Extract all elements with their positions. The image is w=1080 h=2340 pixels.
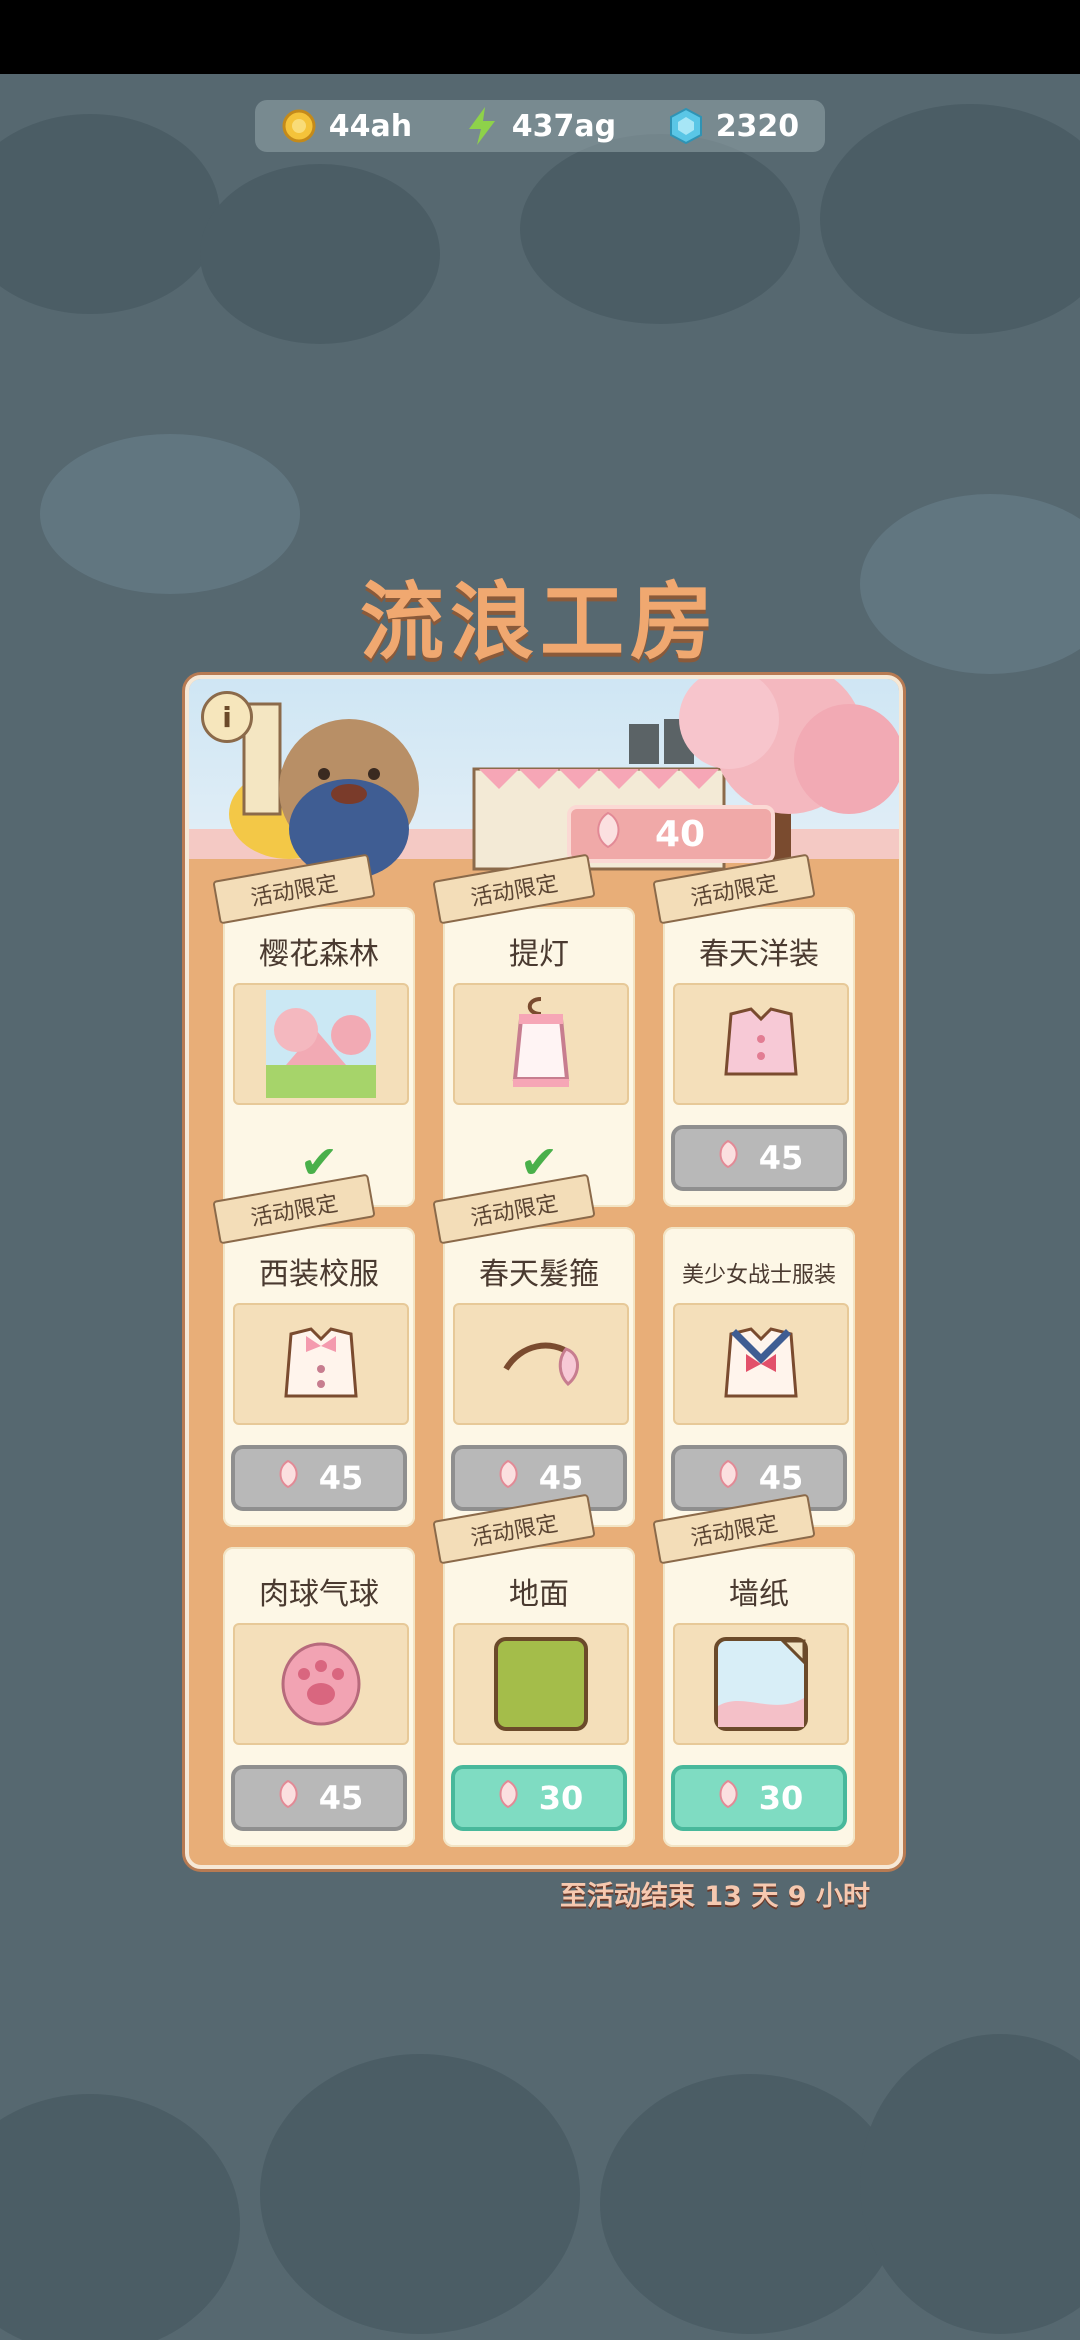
petal-icon [591,811,625,858]
buy-button[interactable]: 30 [671,1765,847,1831]
buy-button[interactable]: 45 [231,1445,407,1511]
item-card-sailor-outfit[interactable]: 美少女战士服装 45 [663,1227,855,1527]
price-value: 45 [758,1139,804,1177]
floor-icon [453,1623,629,1745]
petal-icon [715,1139,741,1177]
info-button[interactable]: i [201,691,253,743]
petal-icon [275,1779,301,1817]
sakura-forest-icon [233,983,409,1105]
energy-counter: 437ag [464,107,617,145]
gem-counter: 2320 [668,108,800,144]
item-card-sakura-forest[interactable]: 活动限定 樱花森林 ✔ [212,853,415,1207]
resource-bar: 44ah 437ag 2320 [255,100,825,152]
status-bar [0,0,1080,74]
lantern-icon [453,983,629,1105]
item-name: 西装校服 [259,1257,379,1292]
petal-count-value: 40 [655,813,706,855]
petal-counter: 40 [567,805,775,863]
item-card-paw-balloon[interactable]: 肉球气球 45 [223,1547,415,1847]
item-name: 樱花森林 [259,937,379,972]
price-value: 30 [538,1779,584,1817]
coin-counter: 44ah [281,108,412,144]
item-name: 春天洋装 [699,937,819,972]
coin-icon [281,108,317,144]
gem-value: 2320 [715,108,800,144]
paw-balloon-icon [233,1623,409,1745]
buy-button[interactable]: 30 [451,1765,627,1831]
item-name: 墙纸 [729,1577,789,1612]
headband-icon [453,1303,629,1425]
item-name: 地面 [509,1577,569,1612]
item-card-floor[interactable]: 活动限定 地面 30 [432,1493,635,1847]
petal-icon [275,1459,301,1497]
petal-icon [495,1459,521,1497]
shop-title: 流浪工房 [359,573,720,671]
event-countdown: 至活动结束 13 天 9 小时 [560,1881,870,1912]
price-value: 45 [318,1459,364,1497]
item-card-headband[interactable]: 活动限定 春天髮箍 45 [432,1173,635,1527]
item-name: 美少女战士服装 [681,1263,836,1288]
owned-check-icon: ✔ [519,1135,559,1189]
lightning-icon [464,107,500,145]
petal-icon [715,1459,741,1497]
gem-icon [668,108,704,144]
price-value: 45 [318,1779,364,1817]
petal-icon [495,1779,521,1817]
price-value: 45 [758,1459,804,1497]
item-card-school-uniform[interactable]: 活动限定 西装校服 45 [212,1173,415,1527]
school-uniform-icon [233,1303,409,1425]
price-value: 45 [538,1459,584,1497]
item-card-spring-dress[interactable]: 活动限定 春天洋装 45 [652,853,855,1207]
petal-icon [715,1779,741,1817]
energy-value: 437ag [511,108,617,144]
item-card-lantern[interactable]: 活动限定 提灯 ✔ [432,853,635,1207]
buy-button[interactable]: 45 [231,1765,407,1831]
owned-check-icon: ✔ [299,1135,339,1189]
sailor-outfit-icon [673,1303,849,1425]
shop-panel: i 40 活动限定 樱花森林 ✔ 活动限定 提灯 ✔ 活动限定 春天洋装 45 … [185,675,903,1869]
wallpaper-icon [673,1623,849,1745]
item-name: 肉球气球 [259,1577,379,1612]
spring-dress-icon [673,983,849,1105]
coin-value: 44ah [328,108,413,144]
item-name: 春天髮箍 [479,1257,599,1292]
item-name: 提灯 [509,937,569,972]
item-card-wallpaper[interactable]: 活动限定 墙纸 30 [652,1493,855,1847]
buy-button[interactable]: 45 [671,1125,847,1191]
price-value: 30 [758,1779,804,1817]
